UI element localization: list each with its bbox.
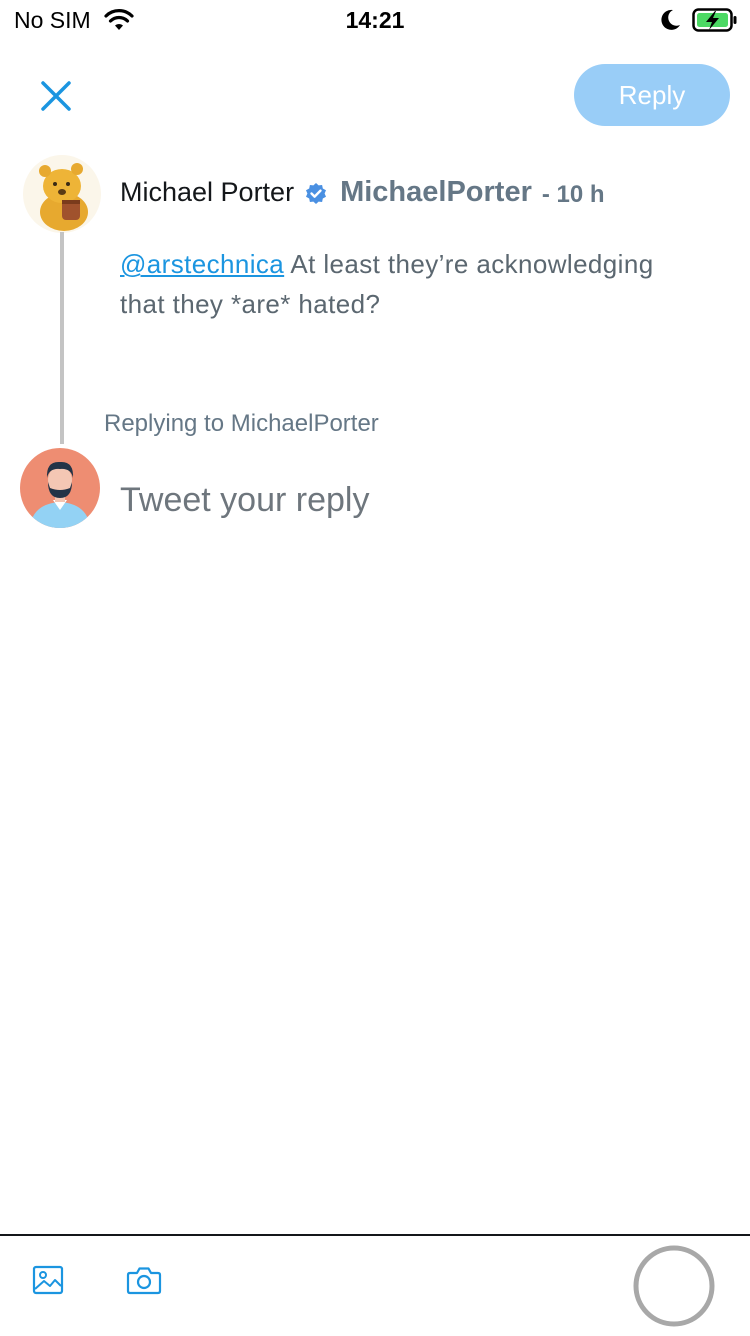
compose-toolbar [0,1234,750,1336]
battery-charging-icon [692,8,737,32]
tweet-header: Michael Porter MichaelPorter - 10 h [120,176,605,209]
mention-link[interactable]: @arstechnica [120,249,284,279]
reply-button[interactable]: Reply [574,64,730,126]
author-handle[interactable]: MichaelPorter [340,176,532,209]
tweet-age: - 10 h [541,180,605,208]
thread-line [60,232,64,444]
tweet-text: @arstechnica At least they’re acknowledg… [120,244,680,324]
user-avatar [20,448,100,528]
verified-badge-icon [306,182,327,204]
moon-icon [661,9,680,30]
status-bar: No SIM 14:21 [0,0,750,40]
camera-icon[interactable] [126,1264,162,1296]
close-icon[interactable] [36,76,76,116]
author-avatar[interactable] [22,154,102,234]
replying-to-label[interactable]: Replying to MichaelPorter [104,410,379,438]
status-time: 14:21 [345,7,405,33]
reply-text-input[interactable] [120,474,720,526]
image-icon[interactable] [32,1264,64,1296]
author-name[interactable]: Michael Porter [120,177,294,208]
character-count-ring [633,1245,715,1327]
